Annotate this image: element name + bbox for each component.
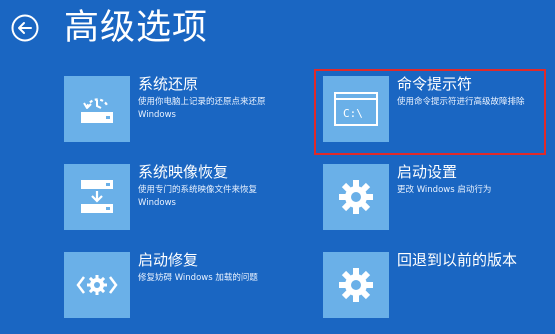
option-title: 系统映像恢复 (138, 163, 229, 181)
option-startup-settings[interactable]: 启动设置 更改 Windows 启动行为 (323, 163, 543, 230)
option-startup-repair[interactable]: 启动修复 修复妨碍 Windows 加载的问题 (64, 251, 304, 318)
option-tile (64, 164, 130, 230)
option-description: 更改 Windows 启动行为 (397, 185, 492, 195)
option-title: 启动设置 (397, 163, 458, 181)
gear-icon (339, 268, 373, 302)
option-tile (323, 252, 389, 318)
option-title: 系统还原 (138, 75, 199, 93)
option-system-image-recovery[interactable]: 系统映像恢复 使用专门的系统映像文件来恢复 Windows (64, 163, 304, 230)
option-title: 启动修复 (138, 251, 199, 269)
system-image-icon (81, 180, 113, 213)
option-system-restore[interactable]: 系统还原 使用你电脑上记录的还原点来还原 Windows (64, 75, 304, 142)
startup-repair-icon (76, 275, 118, 295)
option-tile (323, 164, 389, 230)
gear-icon (339, 180, 373, 214)
option-title: 回退到以前的版本 (397, 251, 518, 269)
system-restore-icon (81, 98, 113, 123)
back-button[interactable] (10, 13, 40, 43)
page-title: 高级选项 (64, 8, 209, 48)
option-tile (64, 252, 130, 318)
option-tile (64, 76, 130, 142)
option-description: 修复妨碍 Windows 加载的问题 (138, 273, 258, 283)
highlight-box (314, 69, 546, 155)
option-description: 使用专门的系统映像文件来恢复 Windows (138, 185, 258, 208)
option-go-back-previous-version[interactable]: 回退到以前的版本 (323, 251, 543, 318)
back-arrow-icon (11, 14, 39, 42)
option-description: 使用你电脑上记录的还原点来还原 Windows (138, 97, 266, 120)
